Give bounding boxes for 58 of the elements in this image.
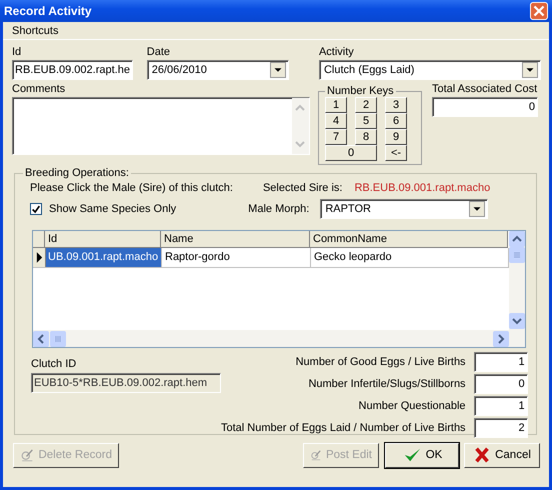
number-key[interactable]: 0 xyxy=(325,145,377,161)
dropdown-arrow-icon[interactable] xyxy=(522,62,538,78)
scroll-up-icon[interactable] xyxy=(509,231,525,247)
scroll-down-icon[interactable] xyxy=(509,313,525,329)
scroll-left-icon[interactable] xyxy=(33,330,49,346)
dropdown-arrow-icon[interactable] xyxy=(469,201,486,217)
sire-label: Selected Sire is: xyxy=(262,182,342,194)
number-key[interactable]: 5 xyxy=(355,113,377,129)
sire-value: RB.EUB.09.001.rapt.macho xyxy=(354,182,490,194)
number-key[interactable]: 9 xyxy=(385,129,407,145)
count-field[interactable]: 1 xyxy=(474,352,528,372)
instruction-text: Please Click the Male (Sire) of this clutch: xyxy=(30,182,233,194)
menu-item[interactable]: Shortcuts xyxy=(9,24,62,36)
count-label: Number of Good Eggs / Live Births xyxy=(296,356,466,368)
count-field[interactable]: 2 xyxy=(474,418,528,438)
group-title: Breeding Operations: xyxy=(24,167,130,179)
column-header[interactable]: Name xyxy=(161,231,310,248)
cancel-button[interactable]: Cancel xyxy=(464,442,540,468)
scroll-thumb-icon[interactable] xyxy=(50,330,66,346)
number-key[interactable]: 6 xyxy=(385,113,407,129)
window-title: Record Activity xyxy=(4,4,92,18)
table-cell[interactable]: UB.09.001.rapt.macho xyxy=(46,248,162,267)
group-title: Number Keys xyxy=(326,85,395,97)
column-header[interactable]: Id xyxy=(45,231,161,248)
ok-button[interactable]: OK xyxy=(385,442,459,468)
number-key[interactable]: 7 xyxy=(325,129,347,145)
id-field[interactable]: RB.EUB.09.002.rapt.he xyxy=(12,60,133,80)
field-label: Total Associated Cost xyxy=(432,82,538,97)
count-label: Number Questionable xyxy=(358,400,466,412)
count-field[interactable]: 1 xyxy=(474,396,528,416)
scroll-thumb-icon[interactable] xyxy=(509,247,525,263)
count-label: Number Infertile/Slugs/Stillborns xyxy=(308,378,466,390)
table-cell[interactable]: Raptor-gordo xyxy=(162,248,311,267)
checkbox[interactable] xyxy=(30,203,42,215)
checkbox-label: Show Same Species Only xyxy=(49,203,176,215)
number-key[interactable]: <- xyxy=(385,145,407,161)
column-header[interactable]: CommonName xyxy=(310,231,508,248)
number-key[interactable]: 4 xyxy=(325,113,347,129)
count-label: Total Number of Eggs Laid / Number of Live Births xyxy=(221,422,466,434)
field-label: Activity xyxy=(318,45,355,60)
cross-icon xyxy=(473,446,492,464)
field-label: Comments xyxy=(12,82,66,97)
field-label: Clutch ID xyxy=(31,358,78,370)
close-icon[interactable] xyxy=(530,2,548,20)
number-key[interactable]: 1 xyxy=(325,97,347,113)
dropdown-arrow-icon[interactable] xyxy=(270,62,286,78)
activity-dropdown[interactable]: Clutch (Eggs Laid) xyxy=(318,60,541,80)
number-key[interactable]: 3 xyxy=(385,97,407,113)
field-label: Id xyxy=(12,45,22,60)
field-label: Date xyxy=(146,45,172,60)
scroll-right-icon[interactable] xyxy=(493,330,509,346)
number-key[interactable]: 2 xyxy=(355,97,377,113)
morph-dropdown[interactable]: RAPTOR xyxy=(320,199,488,219)
count-field[interactable]: 0 xyxy=(474,374,528,394)
field-label: Male Morph: xyxy=(248,203,310,215)
number-key[interactable]: 8 xyxy=(355,129,377,145)
date-dropdown[interactable]: 26/06/2010 xyxy=(146,60,289,80)
cost-field[interactable]: 0 xyxy=(432,97,538,117)
